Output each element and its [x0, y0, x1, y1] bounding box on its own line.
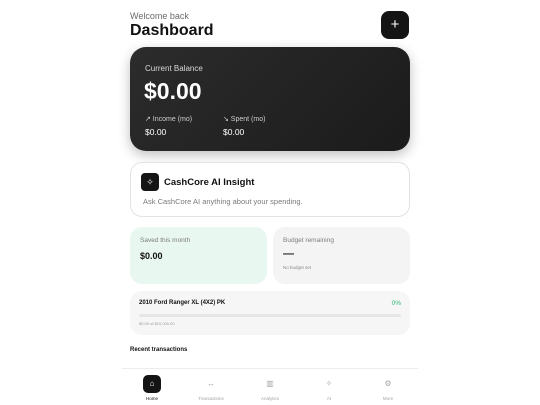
nav-item-ai[interactable]: ✧ AI — [309, 375, 349, 401]
goal-name: 2010 Ford Ranger XL (4X2) PK — [139, 300, 226, 306]
saved-label: Saved this month — [140, 237, 191, 244]
spent-stat: ↘ Spent (mo) $0.00 — [223, 115, 265, 137]
spent-label: ↘ Spent (mo) — [223, 116, 266, 123]
welcome-text: Welcome back — [130, 11, 189, 21]
savings-goal-card[interactable]: 2010 Ford Ranger XL (4X2) PK 0% $0.00 of… — [130, 291, 410, 335]
goal-percent: 0% — [391, 300, 401, 307]
goal-progress-bar — [139, 314, 401, 317]
spent-value: $0.00 — [223, 127, 245, 137]
nav-item-home[interactable]: ⌂ Home — [132, 375, 172, 401]
recent-transactions-heading: Recent transactions — [130, 347, 188, 353]
nav-label-transactions: Transactions — [198, 396, 224, 401]
ai-insight-subtitle: Ask CashCore AI anything about your spen… — [143, 197, 303, 206]
nav-label-analytics: Analytics — [260, 396, 279, 401]
budget-value: — — [283, 248, 294, 260]
nav-item-analytics[interactable]: ▥ Analytics — [250, 375, 290, 401]
nav-label-more: More — [382, 396, 394, 401]
ai-insight-title: CashCore AI Insight — [164, 177, 255, 188]
nav-item-transactions[interactable]: ↔ Transactions — [191, 375, 231, 401]
income-label: ↗ Income (mo) — [145, 116, 193, 123]
income-stat: ↗ Income (mo) $0.00 — [145, 115, 192, 137]
nav-label-ai: AI — [326, 396, 332, 401]
plus-icon: + — [390, 16, 400, 33]
nav-label-home: Home — [145, 396, 158, 401]
goal-subtext: $0.00 of $10,000.00 — [139, 321, 175, 326]
page-title: Dashboard — [130, 22, 214, 39]
ai-insight-card[interactable]: ✧ CashCore AI Insight Ask CashCore AI an… — [130, 162, 410, 217]
saved-card[interactable]: Saved this month $0.00 — [130, 227, 267, 284]
balance-amount: $0.00 — [144, 78, 202, 104]
budget-card[interactable]: Budget remaining — No budget set — [273, 227, 410, 284]
balance-card[interactable]: Current Balance $0.00 ↗ Income (mo) $0.0… — [130, 47, 410, 151]
dashboard-screen: Welcome back Dashboard + Current Balance… — [120, 0, 420, 405]
budget-label: Budget remaining — [283, 237, 334, 244]
add-button[interactable]: + — [381, 11, 409, 39]
transactions-icon: ↔ — [207, 379, 215, 388]
analytics-icon: ▥ — [266, 379, 274, 388]
home-icon: ⌂ — [143, 375, 161, 393]
nav-item-more[interactable]: ⚙ More — [368, 375, 408, 401]
income-value: $0.00 — [145, 127, 167, 137]
budget-note: No budget set — [283, 265, 312, 270]
gear-icon: ⚙ — [384, 379, 392, 388]
sparkle-icon: ✧ — [141, 173, 159, 191]
balance-label: Current Balance — [145, 64, 203, 73]
bottom-nav: ⌂ Home ↔ Transactions ▥ Analytics ✧ AI ⚙… — [122, 368, 418, 405]
ai-sparkle-icon: ✧ — [325, 379, 333, 388]
saved-value: $0.00 — [140, 251, 163, 261]
